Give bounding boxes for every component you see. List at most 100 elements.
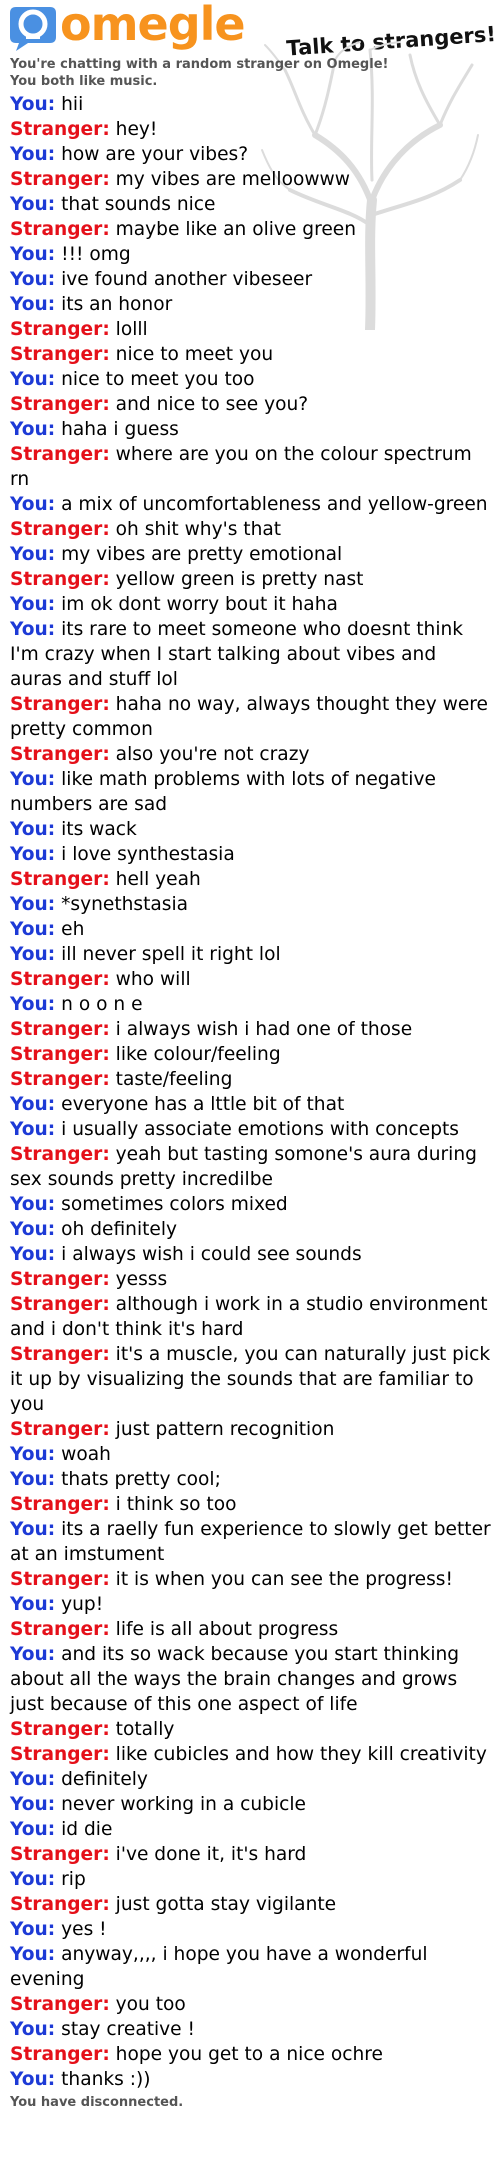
system-common-interest: You both like music. (10, 74, 158, 89)
sender-label-you: You: (10, 194, 56, 215)
sender-label-stranger: Stranger: (10, 869, 110, 890)
chat-message: Stranger: just pattern recognition (10, 1417, 492, 1442)
chat-message: You: i always wish i could see sounds (10, 1242, 492, 1267)
chat-message: Stranger: yeah but tasting somone's aura… (10, 1142, 492, 1192)
sender-label-stranger: Stranger: (10, 444, 110, 465)
sender-label-you: You: (10, 244, 56, 265)
chat-message: You: like math problems with lots of neg… (10, 767, 492, 817)
chat-message: You: !!! omg (10, 242, 492, 267)
message-text: never working in a cubicle (55, 1794, 306, 1815)
message-text: its an honor (55, 294, 173, 315)
sender-label-you: You: (10, 994, 56, 1015)
chat-message: Stranger: hope you get to a nice ochre (10, 2042, 492, 2067)
chat-message: You: i love synthestasia (10, 842, 492, 867)
message-text: n o o n e (55, 994, 143, 1015)
chat-message: You: yes ! (10, 1917, 492, 1942)
sender-label-stranger: Stranger: (10, 1894, 110, 1915)
chat-message: You: hii (10, 92, 492, 117)
sender-label-stranger: Stranger: (10, 1044, 110, 1065)
chat-message: You: its wack (10, 817, 492, 842)
sender-label-you: You: (10, 1094, 56, 1115)
sender-label-you: You: (10, 1469, 56, 1490)
chat-message: You: everyone has a lttle bit of that (10, 1092, 492, 1117)
sender-label-stranger: Stranger: (10, 1344, 110, 1365)
chat-message: You: ill never spell it right lol (10, 942, 492, 967)
chat-message: You: im ok dont worry bout it haha (10, 592, 492, 617)
chat-message: You: haha i guess (10, 417, 492, 442)
sender-label-you: You: (10, 269, 56, 290)
chat-message: You: rip (10, 1867, 492, 1892)
message-text: yesss (109, 1269, 168, 1290)
message-text: i always wish i had one of those (109, 1019, 413, 1040)
chat-message: You: nice to meet you too (10, 367, 492, 392)
message-text: id die (55, 1819, 113, 1840)
sender-label-you: You: (10, 1119, 56, 1140)
message-text: who will (109, 969, 191, 990)
sender-label-stranger: Stranger: (10, 744, 110, 765)
chat-message: Stranger: like colour/feeling (10, 1042, 492, 1067)
chat-message: Stranger: like cubicles and how they kil… (10, 1742, 492, 1767)
sender-label-you: You: (10, 294, 56, 315)
message-text: like colour/feeling (109, 1044, 281, 1065)
sender-label-you: You: (10, 144, 56, 165)
sender-label-stranger: Stranger: (10, 1619, 110, 1640)
sender-label-you: You: (10, 844, 56, 865)
chat-message: You: eh (10, 917, 492, 942)
sender-label-stranger: Stranger: (10, 1419, 110, 1440)
sender-label-stranger: Stranger: (10, 1844, 110, 1865)
chat-message: Stranger: lolll (10, 317, 492, 342)
message-text: yellow green is pretty nast (109, 569, 364, 590)
message-text: nice to meet you too (55, 369, 255, 390)
message-text: just pattern recognition (109, 1419, 335, 1440)
sender-label-stranger: Stranger: (10, 519, 110, 540)
sender-label-you: You: (10, 1444, 56, 1465)
chat-message: Stranger: where are you on the colour sp… (10, 442, 492, 492)
sender-label-you: You: (10, 894, 56, 915)
chat-message: Stranger: oh shit why's that (10, 517, 492, 542)
sender-label-stranger: Stranger: (10, 1994, 110, 2015)
message-text: i always wish i could see sounds (55, 1244, 362, 1265)
message-text: it is when you can see the progress! (109, 1569, 453, 1590)
chat-message: Stranger: it is when you can see the pro… (10, 1567, 492, 1592)
chat-message: Stranger: also you're not crazy (10, 742, 492, 767)
logo-text: omegle (60, 0, 246, 51)
sender-label-you: You: (10, 1594, 56, 1615)
chat-log: You're chatting with a random stranger o… (10, 56, 492, 2111)
sender-label-stranger: Stranger: (10, 1144, 110, 1165)
message-text: and its so wack because you start thinki… (10, 1644, 460, 1715)
message-text: !!! omg (55, 244, 131, 265)
message-text: *synethstasia (55, 894, 189, 915)
omegle-logo[interactable]: omegle (8, 0, 246, 54)
message-text: ill never spell it right lol (55, 944, 281, 965)
chat-message: You: *synethstasia (10, 892, 492, 917)
sender-label-you: You: (10, 1769, 56, 1790)
message-text: its rare to meet someone who doesnt thin… (10, 619, 464, 690)
message-text: i've done it, it's hard (109, 1844, 307, 1865)
chat-message: You: definitely (10, 1767, 492, 1792)
message-text: hey! (109, 119, 158, 140)
chat-message: Stranger: it's a muscle, you can natural… (10, 1342, 492, 1417)
chat-message: You: anyway,,,, i hope you have a wonder… (10, 1942, 492, 1992)
chat-message: Stranger: taste/feeling (10, 1067, 492, 1092)
chat-message: Stranger: yesss (10, 1267, 492, 1292)
message-text: hii (55, 94, 84, 115)
chat-message: You: how are your vibes? (10, 142, 492, 167)
sender-label-you: You: (10, 419, 56, 440)
message-text: everyone has a lttle bit of that (55, 1094, 345, 1115)
message-text: also you're not crazy (109, 744, 310, 765)
chat-message: Stranger: nice to meet you (10, 342, 492, 367)
message-text: i love synthestasia (55, 844, 235, 865)
message-text: i usually associate emotions with concep… (55, 1119, 459, 1140)
chat-message: Stranger: maybe like an olive green (10, 217, 492, 242)
message-text: how are your vibes? (55, 144, 249, 165)
sender-label-you: You: (10, 369, 56, 390)
sender-label-you: You: (10, 2019, 56, 2040)
message-text: its wack (55, 819, 137, 840)
sender-label-you: You: (10, 2069, 56, 2090)
message-text: and nice to see you? (109, 394, 309, 415)
message-text: lolll (109, 319, 148, 340)
sender-label-you: You: (10, 1944, 56, 1965)
chat-message: You: yup! (10, 1592, 492, 1617)
sender-label-you: You: (10, 819, 56, 840)
message-text: that sounds nice (55, 194, 216, 215)
